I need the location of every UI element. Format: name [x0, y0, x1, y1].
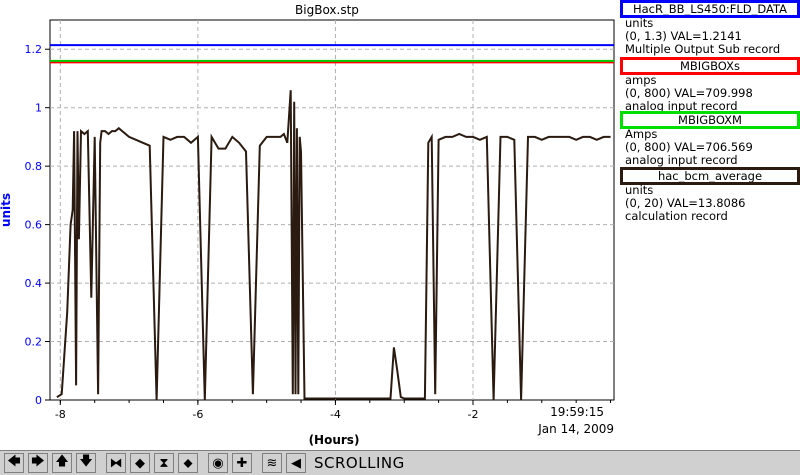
- legend-record-type: calculation record: [625, 209, 728, 223]
- toolbar: 🡄 🡆 🡅 🡇 ⧓ ◆ ⧗ ⬥ ◉ ✚ ≋ ◀ SCROLLING: [0, 450, 800, 475]
- style-icon[interactable]: ≋: [262, 453, 282, 473]
- legend-name: hac_bcm_average: [657, 169, 763, 183]
- zoom-in-horizontal-icon[interactable]: ⧓: [106, 453, 126, 473]
- x-tick-label: -2: [468, 408, 479, 421]
- zoom-out-horizontal-icon[interactable]: ◆: [130, 453, 150, 473]
- chart-title: BigBox.stp: [295, 3, 359, 17]
- y-tick-label: 0.6: [25, 219, 43, 232]
- reset-icon[interactable]: ◉: [208, 453, 228, 473]
- status-text: SCROLLING: [314, 454, 405, 472]
- x-tick-label: -8: [55, 408, 66, 421]
- y-tick-label: 1: [35, 102, 42, 115]
- y-tick-label: 0.4: [25, 277, 43, 290]
- legend-record-type: Multiple Output Sub record: [625, 42, 781, 56]
- date-label: Jan 14, 2009: [537, 422, 614, 436]
- y-tick-label: 0.8: [25, 160, 43, 173]
- y-tick-label: 1.2: [25, 43, 43, 56]
- zoom-out-vertical-icon[interactable]: ⬥: [178, 453, 198, 473]
- plot-area: [49, 19, 615, 401]
- add-icon[interactable]: ✚: [232, 453, 252, 473]
- legend-name: MBIGBOXs: [680, 59, 740, 73]
- x-axis-label: (Hours): [309, 433, 360, 447]
- strip-chart[interactable]: BigBox.stp 0 0.2 0.4 0.6 0.8 1 1.2 -8 -6 -4 -2 uni…: [0, 0, 620, 450]
- x-tick-label: -6: [192, 408, 203, 421]
- y-axis-label: units: [0, 193, 13, 227]
- up-arrow-icon[interactable]: 🡅: [52, 453, 72, 473]
- y-tick-label: 0: [35, 394, 42, 407]
- x-tick-label: -4: [330, 408, 341, 421]
- left-arrow-icon[interactable]: 🡄: [4, 453, 24, 473]
- y-tick-label: 0.2: [25, 336, 43, 349]
- legend-record-type: analog input record: [625, 153, 738, 167]
- legend-name: MBIGBOXM: [678, 113, 742, 127]
- down-arrow-icon[interactable]: 🡇: [76, 453, 96, 473]
- right-arrow-icon[interactable]: 🡆: [28, 453, 48, 473]
- zoom-in-vertical-icon[interactable]: ⧗: [154, 453, 174, 473]
- time-label: 19:59:15: [550, 405, 604, 419]
- legend-name: HacR_BB_LS450:FLD_DATA: [632, 2, 788, 16]
- back-to-now-icon[interactable]: ◀: [286, 453, 306, 473]
